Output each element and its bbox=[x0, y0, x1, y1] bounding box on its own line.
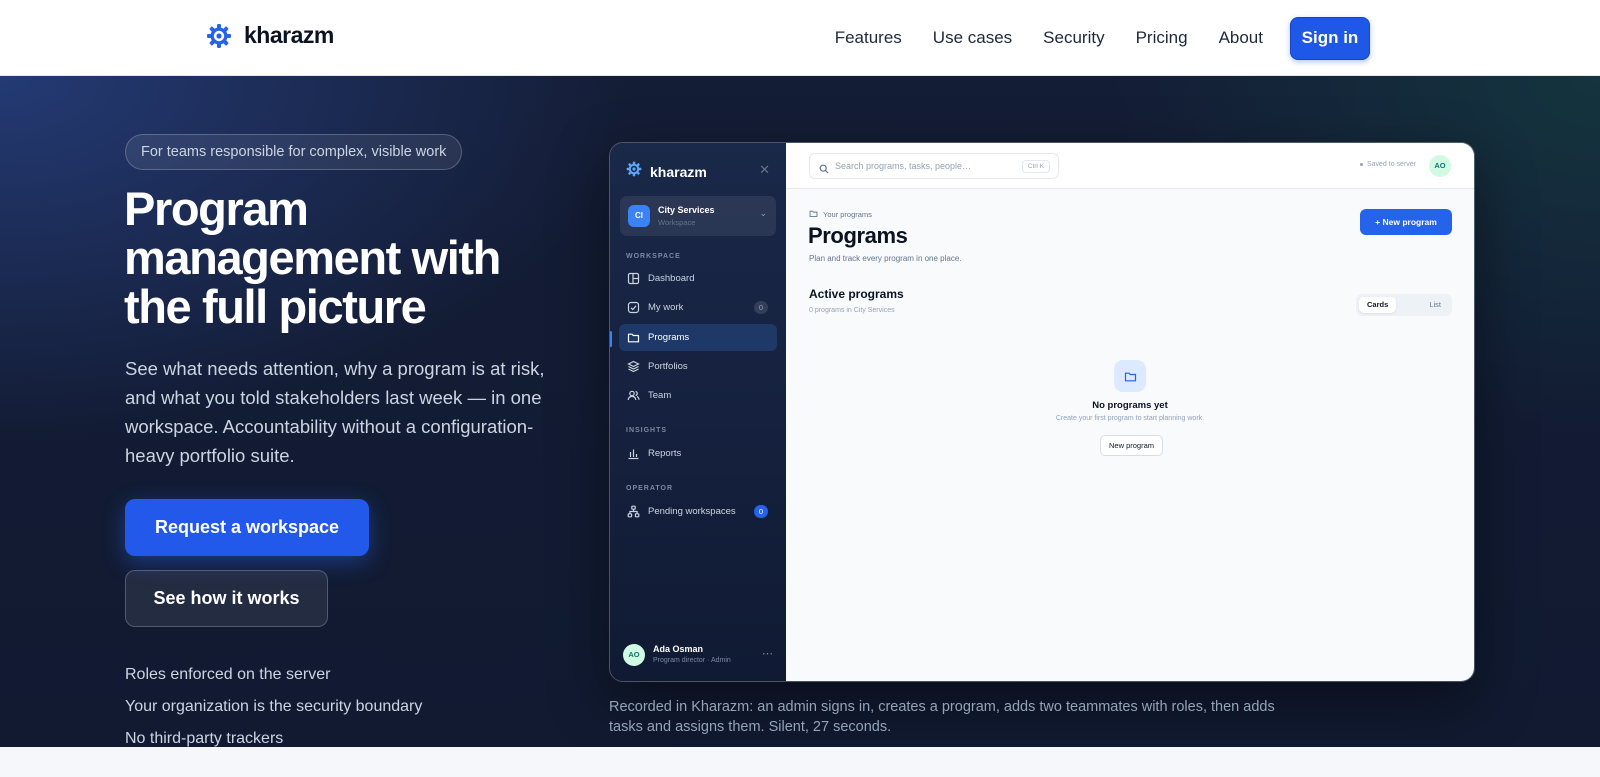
brand[interactable]: kharazm bbox=[206, 22, 334, 49]
nav-link-use-cases[interactable]: Use cases bbox=[933, 16, 1012, 60]
hero-section: For teams responsible for complex, visib… bbox=[0, 76, 1600, 747]
main-nav: Features Use cases Security Pricing Abou… bbox=[835, 16, 1370, 60]
app-sidebar: kharazm ✕ CI City Services Workspace ⌄ W… bbox=[610, 143, 786, 681]
nav-link-features[interactable]: Features bbox=[835, 16, 902, 60]
sidebar-item-label: Reports bbox=[648, 448, 682, 459]
save-status-label: Saved to server bbox=[1366, 161, 1416, 168]
section-title: Active programs bbox=[809, 287, 904, 301]
sidebar-item-label: Programs bbox=[648, 332, 690, 343]
demo-caption: Recorded in Kharazm: an admin signs in, … bbox=[609, 699, 1275, 735]
sidebar-item-label: Dashboard bbox=[648, 273, 695, 284]
active-indicator bbox=[610, 331, 612, 347]
brand-name: kharazm bbox=[244, 22, 334, 48]
user-role: Program director · Admin bbox=[653, 657, 731, 664]
shortcut-hint: Ctrl K bbox=[1021, 160, 1050, 173]
section-label-workspace: WORKSPACE bbox=[626, 253, 681, 260]
workspace-switcher[interactable]: CI City Services Workspace ⌄ bbox=[620, 196, 776, 236]
layers-icon bbox=[627, 360, 640, 373]
sidebar-item-label: Pending workspaces bbox=[648, 506, 736, 517]
close-icon[interactable]: ✕ bbox=[759, 162, 770, 178]
page-title: Programs bbox=[808, 223, 908, 248]
chevron-down-icon: ⌄ bbox=[759, 208, 767, 218]
app-brand-name: kharazm bbox=[650, 163, 707, 180]
dashboard-icon bbox=[627, 272, 640, 285]
sign-in-button[interactable]: Sign in bbox=[1290, 16, 1370, 60]
sidebar-item-pending-workspaces[interactable]: Pending workspaces 0 bbox=[619, 498, 777, 525]
hero-subtitle: See what needs attention, why a program … bbox=[125, 358, 545, 466]
sidebar-item-label: Team bbox=[648, 390, 672, 401]
empty-state-title: No programs yet bbox=[1092, 400, 1168, 411]
bar-chart-icon bbox=[627, 447, 640, 460]
search-icon bbox=[819, 161, 829, 179]
search-box[interactable]: Ctrl K bbox=[809, 153, 1059, 179]
next-section bbox=[0, 747, 1600, 777]
sidebar-item-label: Portfolios bbox=[648, 361, 688, 372]
trust-points: Roles enforced on the server Your organi… bbox=[125, 659, 422, 747]
save-status: Saved to server bbox=[1359, 161, 1416, 168]
avatar: AO bbox=[623, 644, 645, 666]
nav-link-pricing[interactable]: Pricing bbox=[1136, 16, 1188, 60]
my-work-count-badge: 0 bbox=[754, 301, 768, 314]
nav-link-about[interactable]: About bbox=[1219, 16, 1263, 60]
breadcrumb-label: Your programs bbox=[823, 210, 872, 219]
gear-logo-icon bbox=[206, 23, 232, 49]
search-input[interactable] bbox=[835, 157, 995, 175]
user-name: Ada Osman bbox=[653, 644, 704, 654]
audience-pill: For teams responsible for complex, visib… bbox=[125, 134, 463, 170]
trust-point: Roles enforced on the server bbox=[125, 666, 331, 683]
empty-state-subtitle: Create your first program to start plann… bbox=[1055, 415, 1205, 422]
view-cards-button[interactable]: Cards bbox=[1359, 297, 1397, 313]
workspace-name: City Services bbox=[658, 205, 715, 215]
hero-title: Program management with the full picture bbox=[124, 182, 501, 333]
app-main: Ctrl K Saved to server AO Your programs … bbox=[786, 143, 1474, 681]
workspace-type: Workspace bbox=[658, 218, 696, 227]
top-navigation: kharazm Features Use cases Security Pric… bbox=[0, 0, 1600, 76]
app-brand: kharazm bbox=[626, 161, 707, 182]
sidebar-item-label: My work bbox=[648, 302, 684, 313]
check-square-icon bbox=[627, 301, 640, 314]
request-workspace-button[interactable]: Request a workspace bbox=[125, 499, 369, 556]
section-subtitle: 0 programs in City Services bbox=[809, 307, 895, 314]
users-icon bbox=[627, 389, 640, 402]
trust-point: Your organization is the security bounda… bbox=[125, 698, 423, 715]
new-program-button[interactable]: + New program bbox=[1360, 209, 1452, 235]
status-dot bbox=[1359, 163, 1363, 166]
workspace-avatar: CI bbox=[628, 205, 650, 227]
user-menu[interactable]: AO Ada Osman Program director · Admin ⋯ bbox=[623, 642, 773, 668]
see-how-it-works-button[interactable]: See how it works bbox=[125, 570, 328, 627]
more-horizontal-icon[interactable]: ⋯ bbox=[762, 647, 773, 660]
pending-count-badge: 0 bbox=[754, 505, 768, 518]
sidebar-item-reports[interactable]: Reports bbox=[619, 440, 777, 467]
trust-point: No third-party trackers bbox=[125, 730, 284, 747]
nav-link-security[interactable]: Security bbox=[1043, 16, 1104, 60]
sidebar-item-portfolios[interactable]: Portfolios bbox=[619, 353, 777, 380]
product-demo-preview[interactable]: kharazm ✕ CI City Services Workspace ⌄ W… bbox=[609, 142, 1475, 682]
hierarchy-icon bbox=[627, 505, 640, 518]
folder-icon bbox=[809, 209, 818, 220]
folder-icon bbox=[1114, 360, 1146, 392]
section-label-operator: OPERATOR bbox=[626, 485, 674, 492]
empty-new-program-button[interactable]: New program bbox=[1100, 435, 1163, 456]
view-list-button[interactable]: List bbox=[1421, 297, 1449, 313]
sidebar-item-team[interactable]: Team bbox=[619, 382, 777, 409]
page-subtitle: Plan and track every program in one plac… bbox=[809, 254, 962, 263]
avatar[interactable]: AO bbox=[1429, 155, 1451, 177]
section-label-insights: INSIGHTS bbox=[626, 427, 668, 434]
sidebar-item-programs[interactable]: Programs bbox=[619, 324, 777, 351]
breadcrumb[interactable]: Your programs bbox=[809, 209, 872, 220]
view-toggle: Cards List bbox=[1356, 294, 1452, 316]
sidebar-item-my-work[interactable]: My work 0 bbox=[619, 294, 777, 321]
gear-logo-icon bbox=[626, 161, 642, 182]
folder-icon bbox=[627, 331, 640, 344]
app-topbar: Ctrl K Saved to server AO bbox=[786, 143, 1474, 189]
sidebar-item-dashboard[interactable]: Dashboard bbox=[619, 265, 777, 292]
